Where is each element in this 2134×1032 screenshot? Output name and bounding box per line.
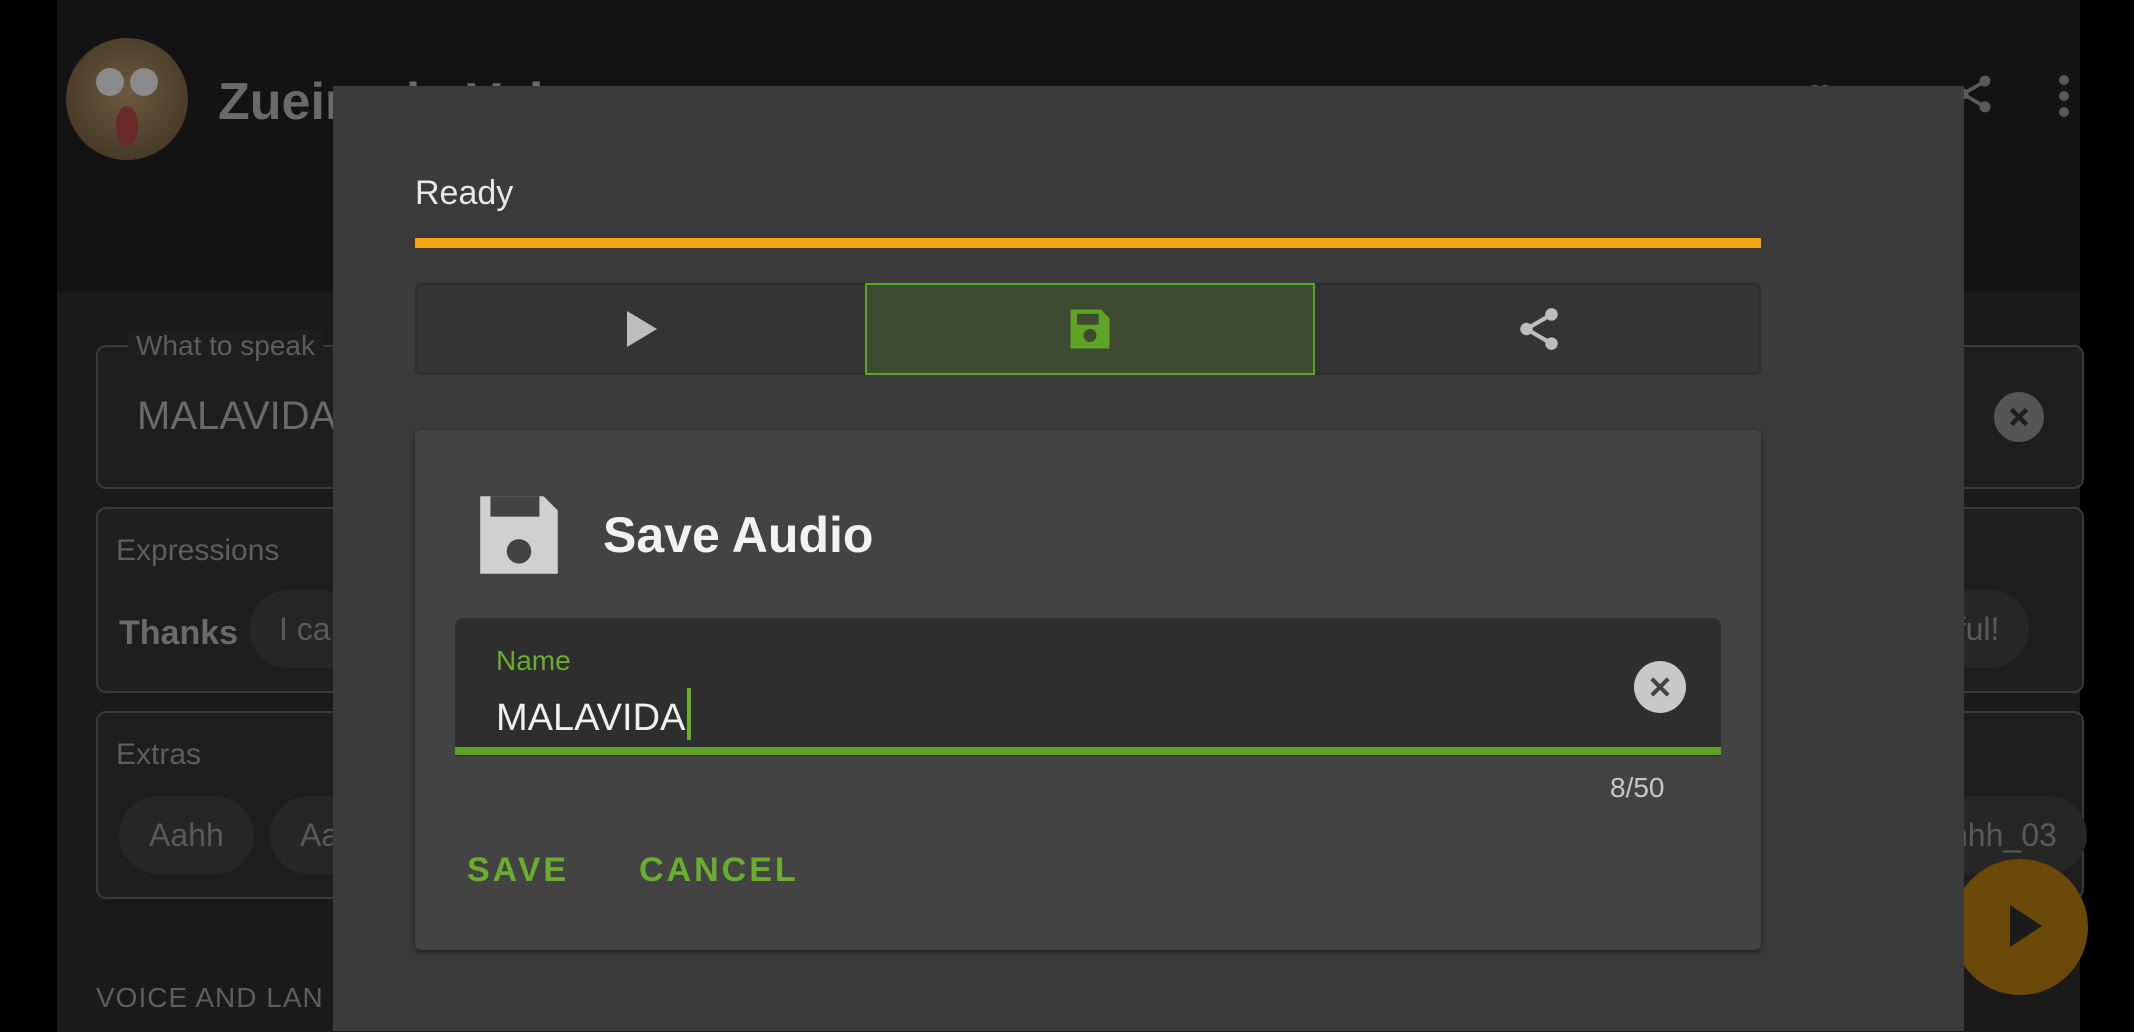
- play-button[interactable]: [417, 285, 865, 373]
- save-audio-title: Save Audio: [603, 507, 874, 563]
- expressions-label: Expressions: [116, 534, 280, 567]
- text-caret: [687, 688, 692, 740]
- progress-bar: [415, 238, 1761, 248]
- extras-chip[interactable]: Aahh: [119, 796, 254, 874]
- clear-name-button[interactable]: [1634, 661, 1686, 713]
- character-counter: 8/50: [1610, 772, 1665, 803]
- close-icon: [1650, 677, 1670, 697]
- share-icon: [1520, 308, 1558, 350]
- what-to-speak-value[interactable]: MALAVIDA: [137, 394, 336, 439]
- name-field-label: Name: [496, 645, 571, 676]
- name-input-value: MALAVIDA: [496, 697, 686, 739]
- name-input[interactable]: MALAVIDA: [496, 688, 692, 740]
- avatar: [66, 38, 188, 160]
- voice-language-heading: VOICE AND LAN: [96, 982, 324, 1013]
- floppy-disk-icon: [470, 486, 568, 589]
- share-button[interactable]: [1315, 285, 1763, 373]
- play-icon: [2010, 905, 2042, 947]
- save-icon: [1070, 309, 1110, 349]
- clear-speak-icon[interactable]: [1994, 392, 2044, 442]
- play-icon: [627, 311, 657, 347]
- save-toggle-button[interactable]: [865, 283, 1315, 375]
- more-vert-icon[interactable]: [2052, 72, 2076, 130]
- action-bar: [415, 283, 1761, 375]
- extras-label: Extras: [116, 738, 202, 771]
- save-button[interactable]: SAVE: [467, 851, 569, 890]
- progress-fill: [415, 238, 1761, 248]
- play-fab[interactable]: [1952, 859, 2088, 995]
- what-to-speak-label: What to speak: [128, 330, 323, 362]
- name-field-underline: [455, 747, 1721, 755]
- expressions-thanks[interactable]: Thanks: [119, 614, 238, 653]
- cancel-button[interactable]: CANCEL: [639, 851, 799, 890]
- status-text: Ready: [415, 174, 514, 212]
